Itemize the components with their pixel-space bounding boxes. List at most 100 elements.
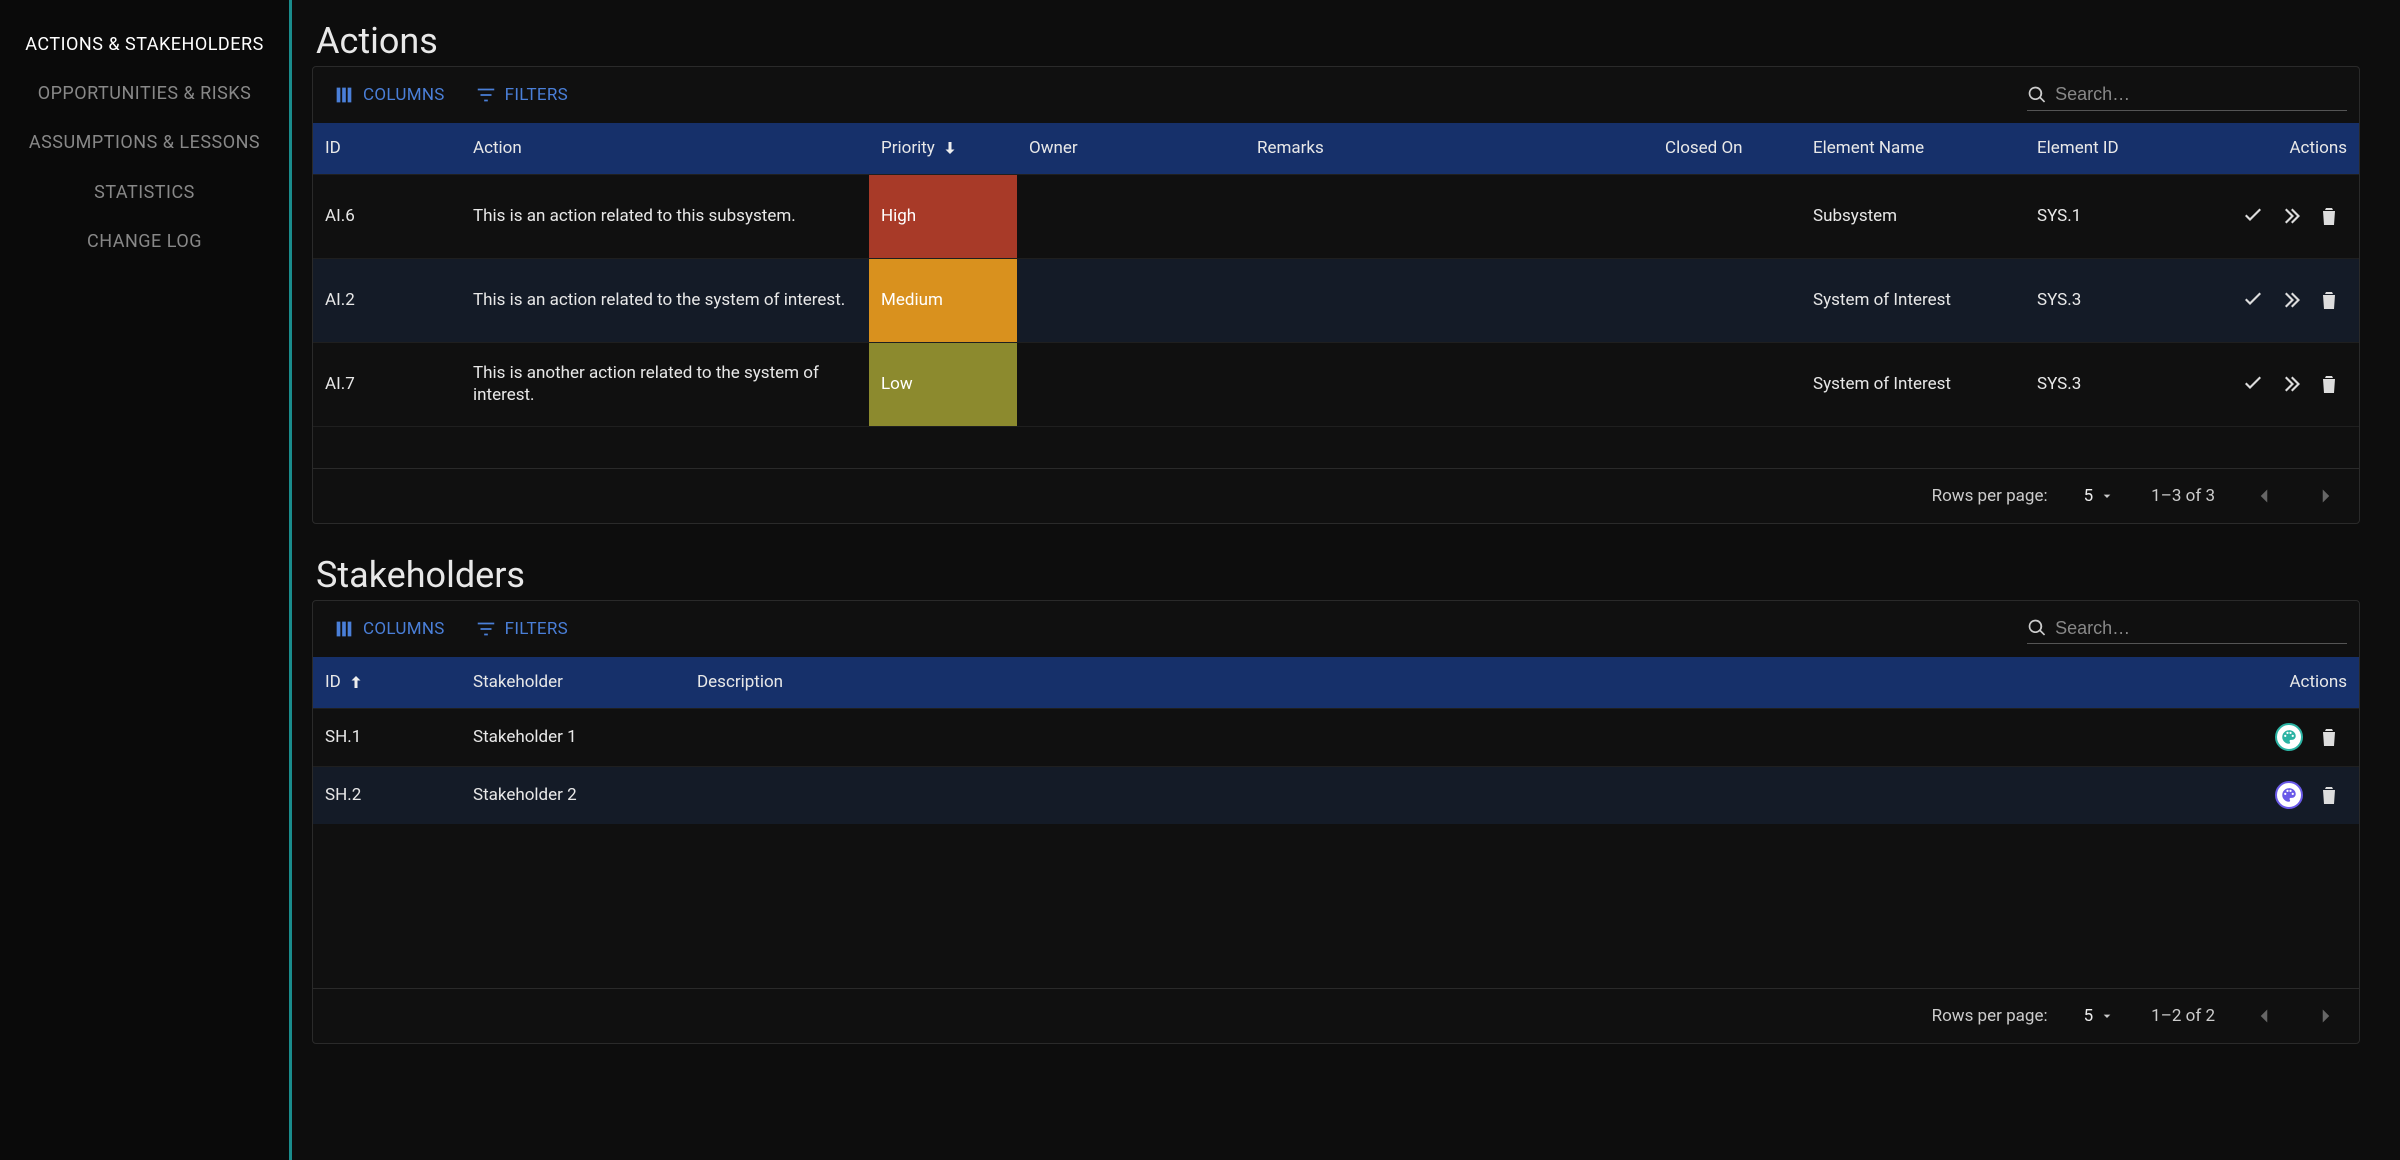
table-row[interactable]: SH.1 Stakeholder 1	[313, 708, 2359, 766]
cell-owner	[1017, 259, 1245, 342]
cell-id: SH.1	[313, 709, 461, 766]
filters-label: FILTERS	[505, 85, 568, 105]
delete-icon[interactable]	[2317, 204, 2341, 228]
palette-icon[interactable]	[2275, 781, 2303, 809]
check-icon[interactable]	[2241, 204, 2265, 228]
col-description[interactable]: Description	[685, 657, 2229, 708]
next-page-icon[interactable]	[2313, 1003, 2339, 1029]
columns-button[interactable]: COLUMNS	[325, 78, 453, 112]
rows-per-page-select[interactable]: 5	[2084, 1006, 2116, 1026]
rows-per-page-label: Rows per page:	[1932, 1006, 2048, 1026]
sidebar-item-label: ASSUMPTIONS & LESSONS	[29, 132, 260, 153]
palette-glyph-icon	[2280, 786, 2298, 804]
filters-button[interactable]: FILTERS	[467, 78, 576, 112]
sidebar-item-label: ACTIONS & STAKEHOLDERS	[25, 34, 264, 55]
actions-grid: COLUMNS FILTERS ID Action Priority Owner…	[312, 66, 2360, 524]
col-id[interactable]: ID	[313, 123, 461, 174]
delete-icon[interactable]	[2317, 372, 2341, 396]
check-icon[interactable]	[2241, 288, 2265, 312]
delete-icon[interactable]	[2317, 783, 2341, 807]
palette-glyph-icon	[2280, 728, 2298, 746]
cell-stakeholder: Stakeholder 2	[461, 767, 685, 824]
col-priority[interactable]: Priority	[869, 123, 1017, 174]
table-row[interactable]: AI.2 This is an action related to the sy…	[313, 258, 2359, 342]
columns-label: COLUMNS	[363, 619, 445, 639]
stakeholders-search[interactable]	[2027, 613, 2347, 644]
col-owner[interactable]: Owner	[1017, 123, 1245, 174]
cell-row-actions	[2229, 709, 2359, 766]
cell-priority: Medium	[869, 259, 1017, 342]
delete-icon[interactable]	[2317, 725, 2341, 749]
col-action[interactable]: Action	[461, 123, 869, 174]
cell-element-id: SYS.3	[2025, 259, 2209, 342]
cell-id: AI.2	[313, 259, 461, 342]
col-stakeholder[interactable]: Stakeholder	[461, 657, 685, 708]
pagination-range: 1–2 of 2	[2151, 1006, 2215, 1026]
empty-row	[313, 426, 2359, 468]
col-closed-on[interactable]: Closed On	[1653, 123, 1801, 174]
sidebar-item-assumptions-lessons[interactable]: ASSUMPTIONS & LESSONS	[0, 118, 289, 167]
cell-row-actions	[2229, 767, 2359, 824]
actions-header-row: ID Action Priority Owner Remarks Closed …	[313, 123, 2359, 174]
expand-icon[interactable]	[2279, 372, 2303, 396]
table-row[interactable]: AI.6 This is an action related to this s…	[313, 174, 2359, 258]
cell-element-id: SYS.1	[2025, 175, 2209, 258]
sidebar: ACTIONS & STAKEHOLDERS OPPORTUNITIES & R…	[0, 0, 292, 1160]
cell-description	[685, 709, 2229, 766]
cell-row-actions	[2209, 175, 2359, 258]
sidebar-item-label: STATISTICS	[94, 182, 195, 203]
col-element-name[interactable]: Element Name	[1801, 123, 2025, 174]
cell-action: This is an action related to this subsys…	[461, 175, 869, 258]
cell-priority: High	[869, 175, 1017, 258]
next-page-icon[interactable]	[2313, 483, 2339, 509]
check-icon[interactable]	[2241, 372, 2265, 396]
cell-element-name: System of Interest	[1801, 259, 2025, 342]
sort-asc-icon	[347, 673, 365, 691]
cell-row-actions	[2209, 259, 2359, 342]
cell-row-actions	[2209, 343, 2359, 426]
stakeholders-grid: COLUMNS FILTERS ID Stakeholder Descripti…	[312, 600, 2360, 1044]
cell-remarks	[1245, 343, 1653, 426]
col-element-id[interactable]: Element ID	[2025, 123, 2209, 174]
sidebar-item-label: CHANGE LOG	[87, 231, 202, 252]
search-icon	[2027, 84, 2047, 106]
cell-remarks	[1245, 259, 1653, 342]
rows-per-page-select[interactable]: 5	[2084, 486, 2116, 506]
stakeholders-header-row: ID Stakeholder Description Actions	[313, 657, 2359, 708]
columns-icon	[333, 618, 355, 640]
expand-icon[interactable]	[2279, 288, 2303, 312]
table-row[interactable]: AI.7 This is another action related to t…	[313, 342, 2359, 426]
stakeholders-toolbar: COLUMNS FILTERS	[313, 601, 2359, 657]
palette-icon[interactable]	[2275, 723, 2303, 751]
expand-icon[interactable]	[2279, 204, 2303, 228]
col-remarks[interactable]: Remarks	[1245, 123, 1653, 174]
search-input[interactable]	[2055, 84, 2347, 105]
filters-label: FILTERS	[505, 619, 568, 639]
table-row[interactable]: SH.2 Stakeholder 2	[313, 766, 2359, 824]
sidebar-item-change-log[interactable]: CHANGE LOG	[0, 217, 289, 266]
prev-page-icon[interactable]	[2251, 1003, 2277, 1029]
sidebar-item-statistics[interactable]: STATISTICS	[0, 168, 289, 217]
prev-page-icon[interactable]	[2251, 483, 2277, 509]
pagination-range: 1–3 of 3	[2151, 486, 2215, 506]
delete-icon[interactable]	[2317, 288, 2341, 312]
stakeholders-body: SH.1 Stakeholder 1 SH.2 Stakeholder 2	[313, 708, 2359, 988]
actions-search[interactable]	[2027, 80, 2347, 111]
main-content: Actions COLUMNS FILTERS ID Action	[292, 0, 2400, 1160]
cell-owner	[1017, 343, 1245, 426]
columns-button[interactable]: COLUMNS	[325, 612, 453, 646]
cell-id: AI.6	[313, 175, 461, 258]
sidebar-item-opportunities-risks[interactable]: OPPORTUNITIES & RISKS	[0, 69, 289, 118]
col-actions: Actions	[2229, 657, 2359, 708]
columns-icon	[333, 84, 355, 106]
actions-body: AI.6 This is an action related to this s…	[313, 174, 2359, 468]
cell-closed-on	[1653, 175, 1801, 258]
sort-desc-icon	[941, 139, 959, 157]
col-id[interactable]: ID	[313, 657, 461, 708]
filters-button[interactable]: FILTERS	[467, 612, 576, 646]
cell-closed-on	[1653, 343, 1801, 426]
sidebar-item-actions-stakeholders[interactable]: ACTIONS & STAKEHOLDERS	[0, 20, 289, 69]
cell-description	[685, 767, 2229, 824]
cell-action: This is an action related to the system …	[461, 259, 869, 342]
search-input[interactable]	[2055, 618, 2347, 639]
